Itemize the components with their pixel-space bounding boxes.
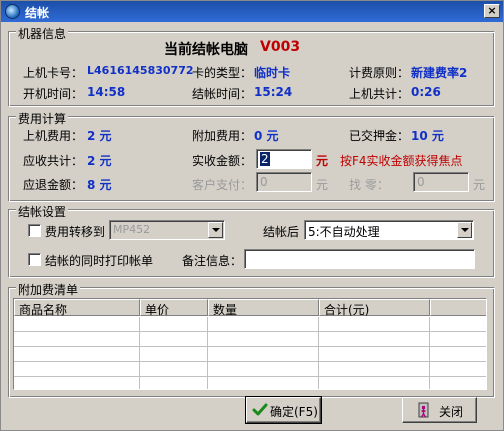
column-header-qty[interactable]: 数量 [208, 299, 319, 317]
print-bill-label[interactable]: 结帐的同时打印帐单 [45, 252, 153, 269]
table-gridline [429, 317, 430, 389]
column-header-total[interactable]: 合计(元) [319, 299, 430, 317]
customer-pay-unit: 元 [316, 178, 329, 192]
current-machine-label: 当前结帐电脑 [164, 42, 248, 58]
customer-pay-value: 0 [260, 175, 268, 189]
chevron-down-icon[interactable] [457, 222, 472, 238]
column-header-price[interactable]: 单价 [140, 299, 208, 317]
online-fee-value: 2 元 [87, 129, 112, 143]
extra-fee-value: 0 元 [254, 129, 279, 143]
table-gridline [14, 331, 486, 332]
table-gridline [14, 361, 486, 362]
customer-pay-input[interactable]: 0 [256, 172, 312, 192]
f4-hint: 按F4实收金额获得焦点 [340, 154, 463, 168]
card-type-value: 临时卡 [254, 66, 291, 80]
total-time-value: 0:26 [411, 85, 441, 99]
refund-label: 应退金额： [23, 178, 84, 192]
transfer-fee-checkbox[interactable] [28, 224, 41, 237]
receivable-label: 应收共计： [23, 154, 84, 168]
table-gridline [207, 317, 208, 389]
chevron-down-icon[interactable] [208, 222, 223, 238]
billing-rule-value: 新建费率2 [411, 66, 468, 80]
current-machine-value: V003 [260, 39, 301, 55]
deposit-value: 10 元 [411, 129, 444, 143]
checkout-time-value: 15:24 [254, 85, 293, 99]
start-time-label: 开机时间： [23, 87, 84, 101]
checkout-settings-label: 结帐设置 [16, 203, 69, 220]
confirm-button[interactable]: 确定(F5) [245, 396, 322, 424]
card-no-label: 上机卡号： [23, 66, 84, 80]
close-icon[interactable]: × [484, 4, 500, 18]
fee-calc-label: 费用计算 [16, 110, 69, 127]
deposit-label: 已交押金： [349, 129, 410, 143]
table-gridline [14, 376, 486, 377]
change-unit: 元 [473, 178, 486, 192]
table-gridline [318, 317, 319, 389]
billing-rule-label: 计费原则： [349, 66, 410, 80]
remark-input[interactable] [244, 249, 475, 269]
receivable-value: 2 元 [87, 154, 112, 168]
card-no-value: L4616145830772 [87, 64, 194, 77]
machine-info-label: 机器信息 [16, 25, 69, 42]
table-header: 商品名称 单价 数量 合计(元) [14, 299, 486, 317]
globe-icon [5, 4, 20, 19]
window-title: 结帐 [25, 6, 50, 20]
checkout-time-label: 结帐时间： [192, 87, 253, 101]
change-input[interactable]: 0 [413, 172, 469, 192]
table-gridline [139, 317, 140, 389]
actual-amount-input[interactable]: 2 [256, 149, 312, 169]
close-button[interactable]: 关闭 [402, 397, 477, 423]
change-value: 0 [417, 175, 425, 189]
actual-amount-unit: 元 [316, 154, 329, 168]
after-checkout-label: 结帐后 [263, 225, 300, 239]
column-header-filler [430, 299, 486, 316]
online-fee-label: 上机费用： [23, 129, 84, 143]
remark-label: 备注信息： [182, 254, 243, 268]
close-button-label: 关闭 [439, 405, 464, 419]
actual-amount-value: 2 [260, 152, 270, 166]
extra-fee-list-label: 附加费清单 [16, 281, 81, 298]
transfer-target-value: MP452 [113, 223, 151, 236]
transfer-fee-label[interactable]: 费用转移到 [45, 223, 105, 240]
card-type-label: 卡的类型： [192, 66, 253, 80]
title-bar[interactable]: 结帐 × [1, 1, 503, 22]
print-bill-checkbox[interactable] [28, 253, 41, 266]
checkout-dialog: 结帐 × 机器信息 当前结帐电脑 V003 上机卡号： L46161458307… [0, 0, 504, 431]
refund-value: 8 元 [87, 178, 112, 192]
start-time-value: 14:58 [87, 85, 126, 99]
extra-fee-label: 附加费用： [192, 129, 253, 143]
table-gridline [14, 346, 486, 347]
confirm-button-label: 确定(F5) [270, 405, 318, 419]
exit-door-icon [418, 402, 429, 418]
transfer-target-select[interactable]: MP452 [109, 220, 225, 240]
change-label: 找 零： [349, 178, 389, 192]
customer-pay-label: 客户支付： [192, 178, 253, 192]
checkmark-icon [252, 403, 268, 416]
extra-fee-table[interactable]: 商品名称 单价 数量 合计(元) [13, 298, 487, 390]
actual-amount-label: 实收金额： [192, 154, 253, 168]
total-time-label: 上机共计： [349, 87, 410, 101]
column-header-name[interactable]: 商品名称 [14, 299, 140, 317]
after-checkout-select[interactable]: 5:不自动处理 [304, 220, 474, 240]
after-checkout-value: 5:不自动处理 [308, 225, 380, 239]
